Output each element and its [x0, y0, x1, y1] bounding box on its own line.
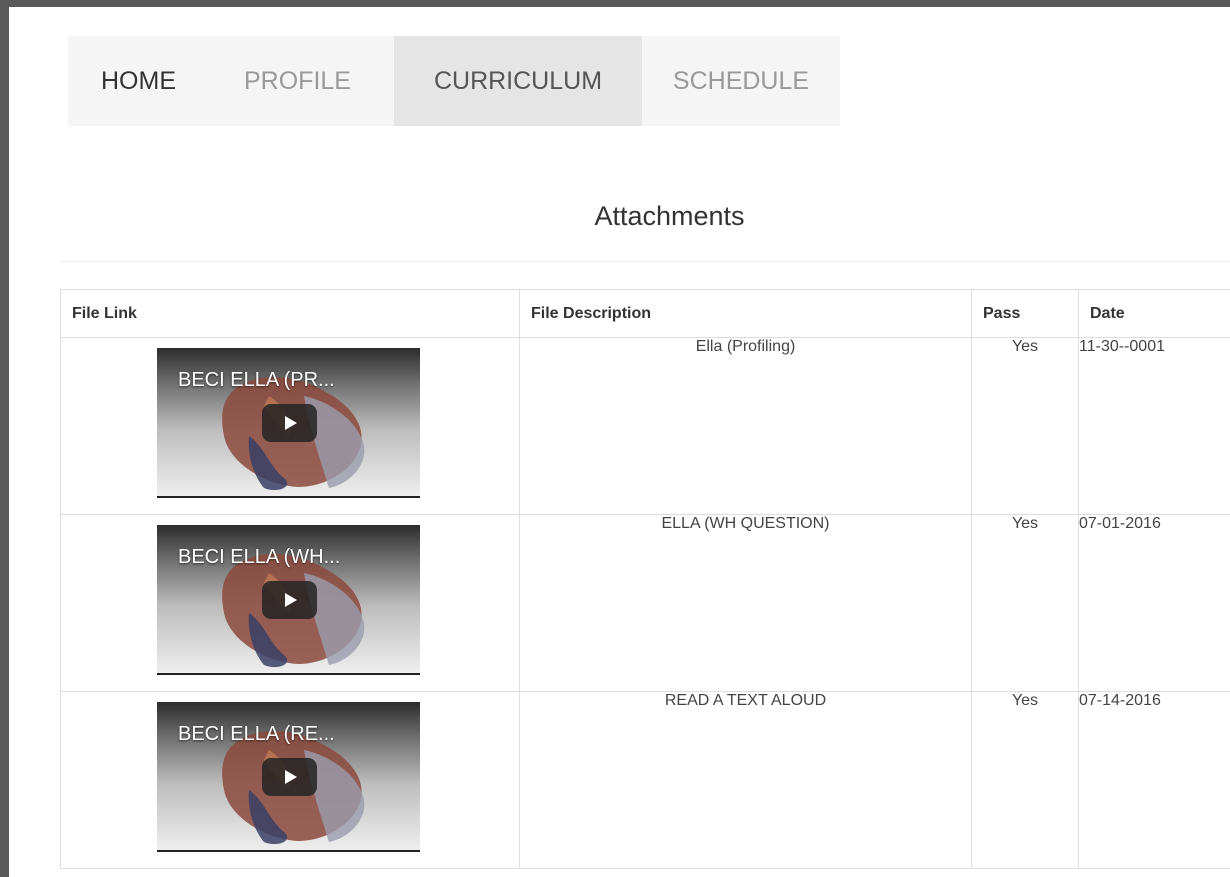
table-row: BECI ELLA (RE... READ A TEXT ALOUD Yes 0…: [60, 691, 1230, 869]
column-header-pass: Pass: [971, 289, 1079, 338]
file-link-cell: BECI ELLA (PR...: [60, 337, 520, 515]
video-thumbnail[interactable]: BECI ELLA (PR...: [157, 348, 420, 498]
table-row: BECI ELLA (WH... ELLA (WH QUESTION) Yes …: [60, 514, 1230, 692]
video-title: BECI ELLA (WH...: [178, 546, 341, 568]
page: HOME PROFILE CURRICULUM SCHEDULE Attachm…: [9, 7, 1230, 877]
section-title: Attachments: [594, 201, 745, 231]
play-icon[interactable]: [262, 581, 317, 619]
file-date: 07-14-2016: [1078, 691, 1230, 869]
file-link-cell: BECI ELLA (WH...: [60, 514, 520, 692]
nav-curriculum[interactable]: CURRICULUM: [394, 36, 642, 126]
top-nav: HOME PROFILE CURRICULUM SCHEDULE: [68, 36, 840, 126]
table-header-row: File Link File Description Pass Date: [60, 289, 1230, 338]
column-header-date: Date: [1078, 289, 1230, 338]
video-thumbnail[interactable]: BECI ELLA (RE...: [157, 702, 420, 852]
file-description: ELLA (WH QUESTION): [519, 514, 972, 692]
file-date: 11-30--0001: [1078, 337, 1230, 515]
video-title: BECI ELLA (RE...: [178, 723, 335, 745]
play-icon[interactable]: [262, 404, 317, 442]
file-description: READ A TEXT ALOUD: [519, 691, 972, 869]
pass-status: Yes: [971, 514, 1079, 692]
video-thumbnail[interactable]: BECI ELLA (WH...: [157, 525, 420, 675]
play-icon[interactable]: [262, 758, 317, 796]
attachments-table: File Link File Description Pass Date BEC…: [60, 289, 1230, 869]
table-row: BECI ELLA (PR... Ella (Profiling) Yes 11…: [60, 337, 1230, 515]
file-description: Ella (Profiling): [519, 337, 972, 515]
nav-profile[interactable]: PROFILE: [244, 36, 394, 126]
nav-schedule[interactable]: SCHEDULE: [642, 36, 840, 126]
column-header-file-link: File Link: [60, 289, 520, 338]
pass-status: Yes: [971, 337, 1079, 515]
nav-home[interactable]: HOME: [68, 36, 244, 126]
pass-status: Yes: [971, 691, 1079, 869]
divider: [60, 261, 1230, 262]
file-link-cell: BECI ELLA (RE...: [60, 691, 520, 869]
video-title: BECI ELLA (PR...: [178, 369, 335, 391]
column-header-file-description: File Description: [519, 289, 972, 338]
file-date: 07-01-2016: [1078, 514, 1230, 692]
